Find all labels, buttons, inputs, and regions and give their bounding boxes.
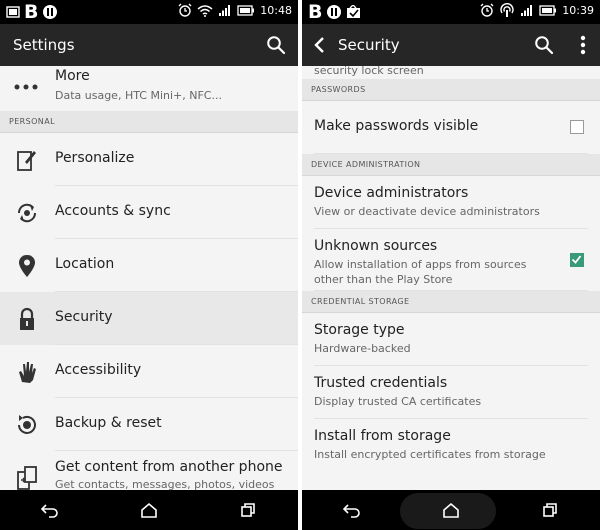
row-label: Trusted credentials	[314, 375, 448, 391]
make-passwords-visible-row[interactable]: Make passwords visible	[314, 101, 588, 154]
settings-item-label: Accounts & sync	[55, 203, 171, 219]
section-header-device-administration: DEVICE ADMINISTRATION	[302, 154, 600, 176]
location-pin-icon	[14, 253, 40, 279]
beats-audio-icon	[326, 4, 342, 20]
back-arrow-icon[interactable]	[312, 35, 326, 59]
row-sub: Display trusted CA certificates	[314, 395, 482, 408]
navigation-bar	[0, 490, 298, 530]
partial-row-text: security lock screen	[314, 66, 424, 77]
beats-b-icon: B	[308, 1, 323, 23]
backup-icon	[14, 412, 40, 438]
unknown-sources-checkbox[interactable]	[570, 253, 584, 267]
status-bar: B 10:39	[302, 0, 600, 24]
status-bar: B 10:48	[0, 0, 298, 24]
beats-b-icon: B	[24, 1, 39, 23]
trusted-credentials-row[interactable]: Trusted credentials Display trusted CA c…	[314, 366, 588, 419]
settings-screen: B 10:48 Settings More Data usage, HTC Mi…	[0, 0, 298, 530]
settings-item-get-content[interactable]: Get content from another phone Get conta…	[0, 451, 298, 490]
settings-item-security[interactable]: Security	[0, 292, 298, 345]
row-label: Install from storage	[314, 428, 451, 444]
settings-item-personalize[interactable]: Personalize	[0, 133, 298, 186]
storage-type-row[interactable]: Storage type Hardware-backed	[314, 313, 588, 366]
alarm-icon	[178, 3, 192, 17]
section-header-personal: PERSONAL	[0, 111, 298, 133]
settings-item-label: Personalize	[55, 150, 135, 166]
settings-item-sub: Data usage, HTC Mini+, NFC...	[55, 89, 222, 102]
home-nav-icon[interactable]	[129, 495, 169, 525]
download-done-icon	[346, 5, 361, 19]
page-title: Security	[338, 36, 400, 54]
settings-item-accessibility[interactable]: Accessibility	[0, 345, 298, 398]
row-sub: View or deactivate device administrators	[314, 205, 540, 218]
lock-icon	[14, 306, 40, 332]
row-label: Unknown sources	[314, 238, 438, 254]
row-label: Storage type	[314, 322, 405, 338]
signal-icon	[218, 4, 232, 16]
app-bar: Security	[302, 24, 600, 66]
row-sub: Allow installation of apps from sources	[314, 258, 527, 271]
hand-icon	[14, 359, 40, 385]
section-header-credential-storage: CREDENTIAL STORAGE	[302, 291, 600, 313]
search-icon[interactable]	[534, 35, 554, 59]
battery-icon	[237, 4, 255, 16]
wifi-icon	[197, 4, 213, 17]
make-passwords-visible-checkbox[interactable]	[570, 120, 584, 134]
settings-item-backup-reset[interactable]: Backup & reset	[0, 398, 298, 451]
settings-item-label: Get content from another phone	[55, 459, 283, 475]
device-administrators-row[interactable]: Device administrators View or deactivate…	[314, 176, 588, 229]
row-sub: other than the Play Store	[314, 273, 453, 286]
settings-item-more[interactable]: More Data usage, HTC Mini+, NFC...	[0, 66, 298, 111]
personalize-icon	[14, 147, 40, 173]
battery-icon	[539, 4, 557, 16]
row-sub: Hardware-backed	[314, 342, 411, 355]
settings-item-accounts-sync[interactable]: Accounts & sync	[0, 186, 298, 239]
settings-list: More Data usage, HTC Mini+, NFC... PERSO…	[0, 66, 298, 490]
unknown-sources-row[interactable]: Unknown sources Allow installation of ap…	[314, 229, 588, 291]
section-header-passwords: PASSWORDS	[302, 79, 600, 101]
settings-item-label: Backup & reset	[55, 415, 162, 431]
photo-notification-icon	[6, 6, 20, 18]
settings-item-label: More	[55, 68, 90, 84]
settings-item-sub: Get contacts, messages, photos, videos	[55, 478, 275, 490]
home-nav-icon[interactable]	[431, 495, 471, 525]
page-title: Settings	[13, 36, 75, 54]
back-nav-icon[interactable]	[332, 495, 372, 525]
row-sub: Install encrypted certificates from stor…	[314, 448, 546, 461]
status-time: 10:39	[562, 3, 594, 17]
transfer-phone-icon	[14, 465, 40, 490]
sync-icon	[14, 200, 40, 226]
status-time: 10:48	[260, 3, 292, 17]
settings-item-location[interactable]: Location	[0, 239, 298, 292]
recent-apps-nav-icon[interactable]	[530, 495, 570, 525]
row-label: Make passwords visible	[314, 118, 479, 134]
settings-item-label: Security	[55, 309, 113, 325]
recent-apps-nav-icon[interactable]	[228, 495, 268, 525]
settings-item-label: Accessibility	[55, 362, 142, 378]
security-list: security lock screen PASSWORDS Make pass…	[302, 66, 600, 490]
row-label: Device administrators	[314, 185, 469, 201]
hotspot-icon	[499, 3, 515, 17]
beats-audio-icon	[42, 4, 58, 20]
install-from-storage-row[interactable]: Install from storage Install encrypted c…	[314, 419, 588, 472]
navigation-bar	[302, 490, 600, 530]
more-dots-icon	[14, 74, 40, 100]
overflow-menu-icon[interactable]	[580, 35, 586, 59]
signal-icon	[520, 4, 534, 16]
app-bar: Settings	[0, 24, 298, 66]
back-nav-icon[interactable]	[30, 495, 70, 525]
search-icon[interactable]	[266, 35, 286, 59]
checkmark-icon	[571, 255, 582, 264]
alarm-icon	[480, 3, 494, 17]
security-screen: B 10:39 Security security lock screen PA…	[302, 0, 600, 530]
settings-item-label: Location	[55, 256, 115, 272]
